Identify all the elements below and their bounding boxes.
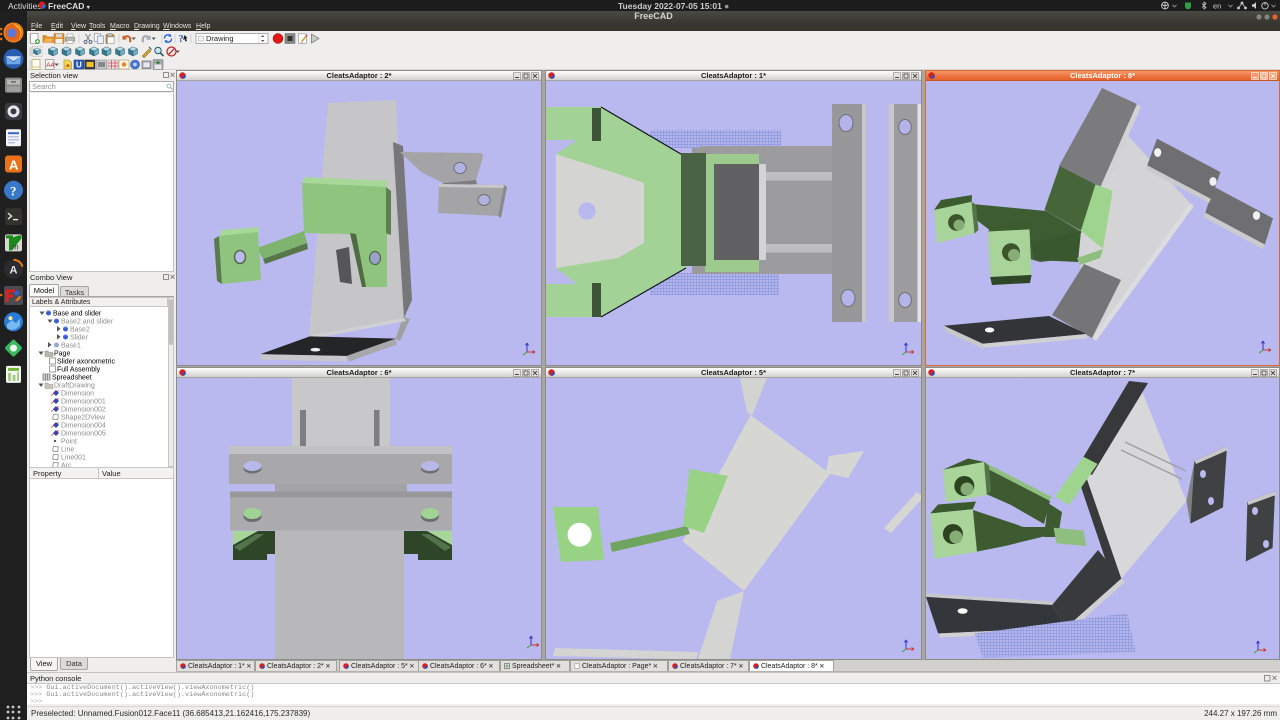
svg-text:Line001: Line001 <box>61 455 86 462</box>
svg-text:?: ? <box>179 34 184 45</box>
svg-text:U: U <box>76 61 82 70</box>
svg-text:Drawing: Drawing <box>206 34 234 43</box>
svg-text:en: en <box>1213 2 1221 11</box>
svg-text:Dimension005: Dimension005 <box>61 431 106 438</box>
svg-text:Base2: Base2 <box>70 327 90 334</box>
svg-text:Slider axonometric: Slider axonometric <box>57 359 115 366</box>
svg-text:Point: Point <box>61 439 77 446</box>
svg-text:Base1: Base1 <box>61 343 81 350</box>
svg-text:Dimension002: Dimension002 <box>61 407 106 414</box>
svg-text:Slider: Slider <box>70 335 89 342</box>
svg-text:Dimension: Dimension <box>61 391 94 398</box>
svg-text:Base and slider: Base and slider <box>53 311 102 318</box>
svg-text:Spreadsheet: Spreadsheet <box>52 375 92 382</box>
svg-text:Line: Line <box>61 447 74 454</box>
svg-text:Dimension001: Dimension001 <box>61 399 106 406</box>
svg-text:DraftDrawing: DraftDrawing <box>54 383 95 390</box>
svg-text:Full Assembly: Full Assembly <box>57 367 101 374</box>
svg-text:?: ? <box>10 183 17 198</box>
svg-text:A4: A4 <box>46 62 54 69</box>
svg-text:m: m <box>12 241 19 251</box>
svg-text:Shape2DView: Shape2DView <box>61 415 106 422</box>
svg-text:Page: Page <box>54 351 70 358</box>
svg-text:Dimension004: Dimension004 <box>61 423 106 430</box>
svg-text:Base2 and slider: Base2 and slider <box>61 319 114 326</box>
svg-text:A: A <box>9 158 19 173</box>
svg-text:A: A <box>10 265 18 277</box>
